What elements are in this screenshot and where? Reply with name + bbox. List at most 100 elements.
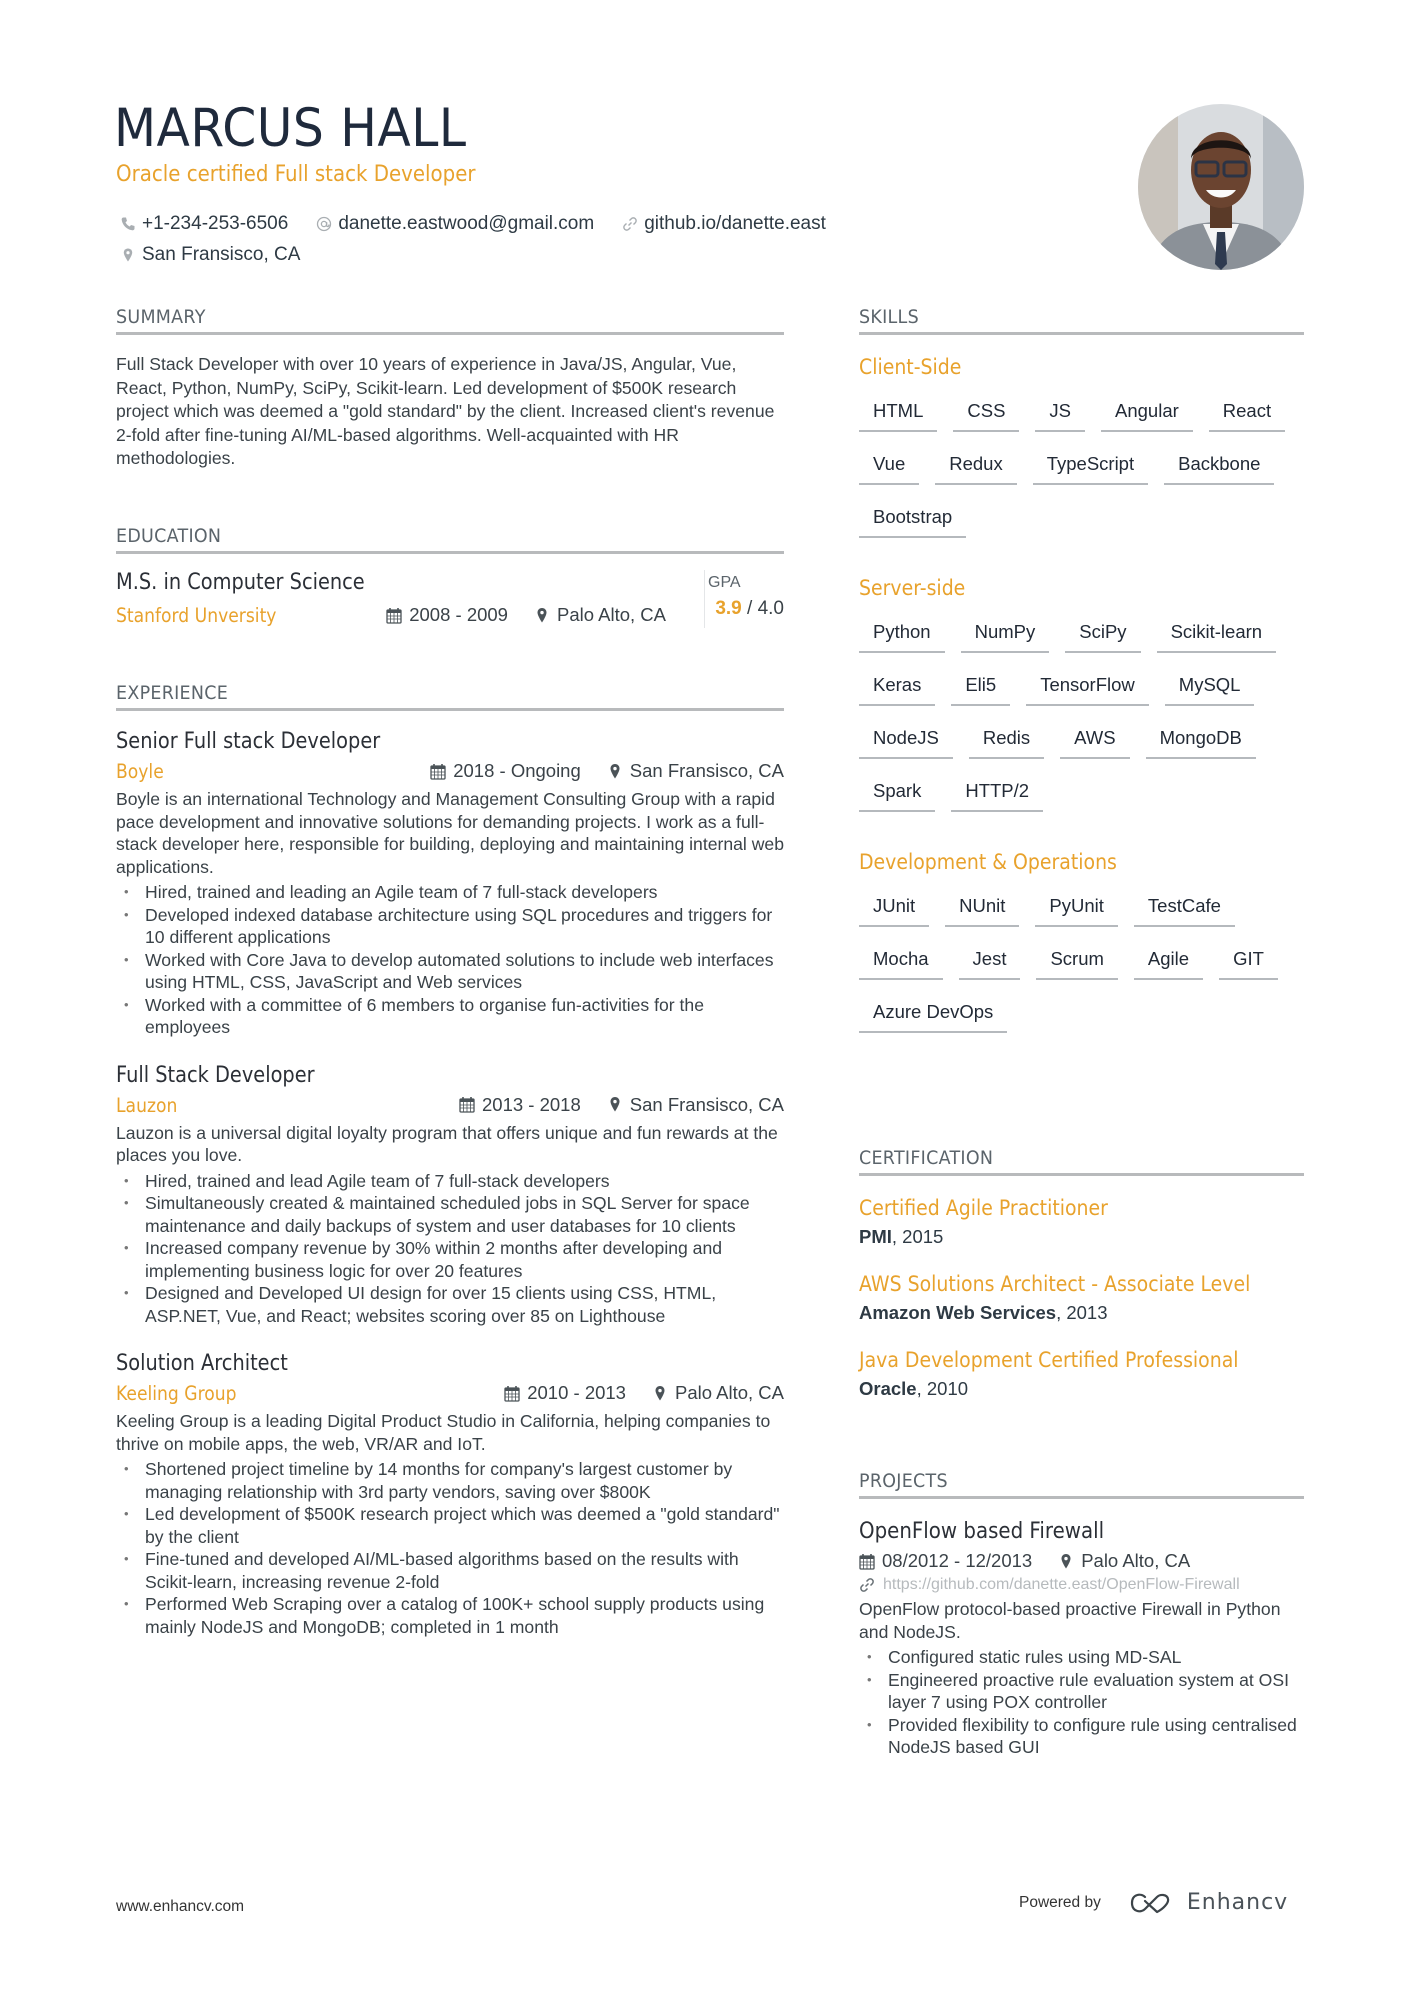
- skill-tag: TestCafe: [1133, 895, 1235, 927]
- certification-section: CERTIFICATION Certified Agile Practition…: [859, 1147, 1304, 1400]
- location-text: Palo Alto, CA: [556, 604, 666, 625]
- skill-tags: JUnit NUnit PyUnit TestCafe Mocha Jest Scrum Ag…: [859, 895, 1309, 1033]
- project-bullets: Configured static rules using MD-SALEngi…: [859, 1646, 1304, 1759]
- job-dates: 2018 - Ongoing: [430, 760, 581, 782]
- summary-heading: SUMMARY: [116, 306, 206, 328]
- powered-by-label: Powered by: [1019, 1893, 1101, 1911]
- skills-section: SKILLS Client-Side HTML CSS JS Angular React…: [859, 306, 1304, 1033]
- certification-title: Java Development Certified Professional: [859, 1348, 1239, 1372]
- section-divider: [859, 1173, 1304, 1176]
- skill-tag: CSS: [953, 400, 1020, 432]
- location-text: San Fransisco, CA: [629, 1093, 784, 1115]
- education-location: Palo Alto, CA: [534, 604, 666, 626]
- map-pin-icon: [123, 248, 133, 261]
- certification-issuer-line: Oracle, 2010: [859, 1378, 1304, 1400]
- map-pin-icon: [655, 1385, 665, 1400]
- dates-text: 2010 - 2013: [527, 1382, 626, 1403]
- gpa-label: GPA: [708, 574, 741, 591]
- skill-tag: Mocha: [859, 948, 943, 980]
- contact-info: +1-234-253-6506 danette.eastwood@gmail.c…: [120, 208, 1020, 270]
- job-description: Lauzon is a universal digital loyalty pr…: [116, 1122, 778, 1166]
- job-bullet: Increased company revenue by 30% within …: [116, 1237, 784, 1282]
- education-section: EDUCATION M.S. in Computer Science Stanf…: [116, 525, 784, 650]
- skill-tag: MongoDB: [1145, 727, 1256, 759]
- contact-website[interactable]: github.io/danette.east: [622, 213, 826, 235]
- job-bullet: Shortened project timeline by 14 months …: [116, 1458, 784, 1503]
- skill-tag: Eli5: [951, 674, 1011, 706]
- job-bullet: Developed indexed database architecture …: [116, 904, 784, 949]
- certification-issuer: Oracle: [859, 1378, 917, 1399]
- skill-tag: Python: [859, 621, 945, 653]
- job-description: Boyle is an international Technology and…: [116, 789, 785, 877]
- job-bullet: Performed Web Scraping over a catalog of…: [116, 1593, 784, 1638]
- enhancv-logo[interactable]: Enhancv: [1129, 1890, 1288, 1915]
- skill-tag: PyUnit: [1035, 895, 1118, 927]
- gpa-value: 3.9: [715, 598, 742, 619]
- certification-issuer: PMI: [859, 1226, 892, 1247]
- gpa-value-wrap: 3.9 / 4.0: [706, 598, 784, 620]
- job-meta: 2018 - Ongoing San Fransisco, CA: [430, 760, 784, 782]
- education-meta: 2008 - 2009 Palo Alto, CA: [386, 604, 666, 626]
- job-location: San Fransisco, CA: [607, 760, 784, 782]
- map-pin-icon: [610, 1097, 620, 1112]
- phone-icon: [121, 217, 135, 230]
- project-entry: OpenFlow based Firewall 08/2012 - 12/201…: [859, 1519, 1304, 1759]
- link-icon: [623, 216, 638, 231]
- calendar-icon: [504, 1385, 520, 1402]
- footer-website[interactable]: www.enhancv.com: [116, 1898, 244, 1916]
- project-location: Palo Alto, CA: [1058, 1550, 1190, 1572]
- job-bullet: Worked with Core Java to develop automat…: [116, 949, 784, 994]
- skill-tag: Spark: [859, 780, 936, 812]
- job-location: San Fransisco, CA: [607, 1094, 784, 1116]
- certification-year: , 2010: [916, 1378, 969, 1399]
- skill-tag: React: [1208, 400, 1286, 432]
- projects-section: PROJECTS OpenFlow based Firewall 08/2012…: [859, 1470, 1304, 1759]
- summary-text: Full Stack Developer with over 10 years …: [116, 354, 775, 468]
- experience-section: EXPERIENCE Senior Full stack Developer B…: [116, 682, 784, 1638]
- certification-issuer-line: PMI, 2015: [859, 1226, 1304, 1248]
- contact-email[interactable]: danette.eastwood@gmail.com: [316, 213, 594, 235]
- candidate-title: Oracle certified Full stack Developer: [116, 162, 476, 187]
- job-entry: Senior Full stack Developer Boyle 2018 -…: [116, 729, 784, 1039]
- skill-category: Client-Side HTML CSS JS Angular React Vue Redu…: [859, 355, 1304, 538]
- project-description: OpenFlow protocol-based proactive Firewa…: [859, 1599, 1281, 1642]
- job-bullet: Designed and Developed UI design for ove…: [116, 1282, 784, 1327]
- at-icon: [317, 216, 332, 231]
- certification-title: AWS Solutions Architect - Associate Leve…: [859, 1272, 1251, 1296]
- calendar-icon: [459, 1097, 475, 1113]
- skill-tag: SciPy: [1065, 621, 1141, 653]
- skill-tag: NodeJS: [859, 727, 953, 759]
- certification-heading: CERTIFICATION: [859, 1147, 994, 1169]
- certification-issuer: Amazon Web Services: [859, 1302, 1057, 1323]
- skill-tags: Python NumPy SciPy Scikit-learn Keras Eli5 Ten…: [859, 621, 1309, 812]
- job-bullets: Shortened project timeline by 14 months …: [116, 1458, 784, 1638]
- footer-branding: Powered by Enhancv: [1019, 1890, 1288, 1915]
- skill-tag: GIT: [1219, 948, 1278, 980]
- project-url: https://github.com/danette.east/OpenFlow…: [883, 1576, 1240, 1593]
- project-dates: 08/2012 - 12/2013: [859, 1550, 1032, 1572]
- certification-entry: Certified Agile Practitioner PMI, 2015: [859, 1196, 1304, 1248]
- section-divider: [859, 1496, 1304, 1499]
- skill-tag: HTML: [859, 400, 938, 432]
- job-entry: Full Stack Developer Lauzon 2013 - 2018 …: [116, 1063, 784, 1328]
- job-bullets: Hired, trained and lead Agile team of 7 …: [116, 1170, 784, 1328]
- phone-text: +1-234-253-6506: [142, 212, 289, 234]
- dates-text: 2018 - Ongoing: [453, 760, 581, 781]
- map-pin-icon: [537, 607, 547, 622]
- section-divider: [116, 332, 784, 335]
- project-bullet: Configured static rules using MD-SAL: [859, 1646, 1304, 1669]
- website-text: github.io/danette.east: [644, 212, 826, 234]
- summary-section: SUMMARY Full Stack Developer with over 1…: [116, 306, 784, 471]
- skill-categories: Client-Side HTML CSS JS Angular React Vue Redu…: [859, 355, 1304, 1033]
- job-meta-row: Lauzon 2013 - 2018 San Fransisco, CA: [116, 1092, 784, 1122]
- calendar-icon: [430, 763, 446, 780]
- skill-category-title: Server-side: [859, 576, 966, 600]
- job-bullet: Simultaneously created & maintained sche…: [116, 1192, 784, 1237]
- job-meta: 2010 - 2013 Palo Alto, CA: [504, 1382, 784, 1404]
- job-bullet: Hired, trained and lead Agile team of 7 …: [116, 1170, 784, 1193]
- job-dates: 2010 - 2013: [504, 1382, 626, 1404]
- job-meta-row: Boyle 2018 - Ongoing San Fransisco, CA: [116, 758, 784, 788]
- project-bullet: Engineered proactive rule evaluation sys…: [859, 1669, 1304, 1714]
- contact-phone[interactable]: +1-234-253-6506: [120, 213, 288, 235]
- project-link[interactable]: https://github.com/danette.east/OpenFlow…: [859, 1576, 1304, 1594]
